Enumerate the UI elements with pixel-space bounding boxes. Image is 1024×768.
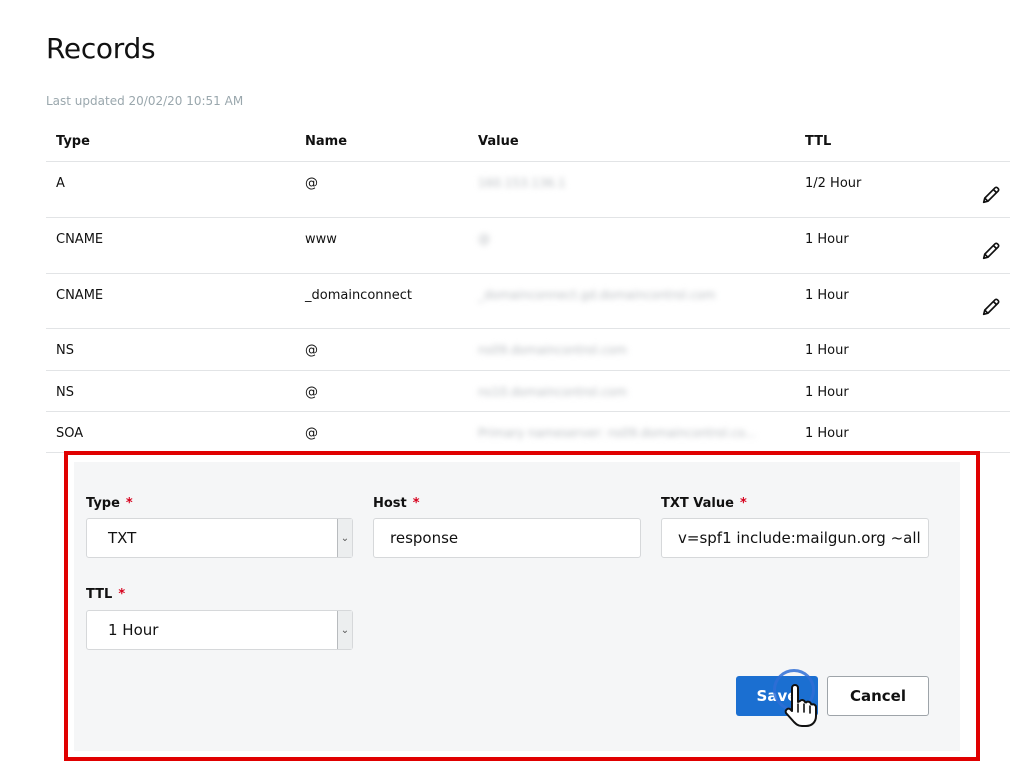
header-ttl: TTL [805,134,832,149]
type-label: Type * [86,496,133,511]
table-row: CNAME _domainconnect _domainconnect.gd.d… [46,274,1010,329]
record-name: _domainconnect [305,288,413,303]
record-value: 160.153.136.1 [478,176,566,190]
txt-value-input-value: v=spf1 include:mailgun.org ~all [678,529,921,547]
dns-records-table: Type Name Value TTL A @ 160.153.136.1 1/… [46,122,1010,453]
record-name: @ [305,176,318,191]
ttl-select-value: 1 Hour [108,621,159,639]
record-name: www [305,232,337,247]
pencil-icon[interactable] [980,240,1002,262]
record-value: ns10.domaincontrol.com [478,385,627,399]
record-value: _domainconnect.gd.domaincontrol.com [478,288,716,302]
header-value: Value [478,134,519,149]
save-button[interactable]: Save [736,676,818,716]
type-select[interactable]: TXT ⌄ [86,518,353,558]
record-value: @ [478,232,490,246]
ttl-select[interactable]: 1 Hour ⌄ [86,610,353,650]
host-input-value: response [390,529,459,547]
table-row: CNAME www @ 1 Hour [46,218,1010,274]
record-type: NS [56,343,74,358]
table-row: A @ 160.153.136.1 1/2 Hour [46,162,1010,218]
record-name: @ [305,343,318,358]
record-name: @ [305,426,318,441]
ttl-label: TTL * [86,587,126,602]
type-select-value: TXT [108,529,137,547]
record-type: CNAME [56,288,104,303]
required-marker: * [118,587,126,602]
required-marker: * [739,496,747,511]
record-name: @ [305,385,318,400]
header-type: Type [56,134,90,149]
record-type: A [56,176,65,191]
record-ttl: 1 Hour [805,343,849,358]
record-ttl: 1 Hour [805,385,849,400]
host-label: Host * [373,496,420,511]
record-value: Primary nameserver: ns09.domaincontrol.c… [478,426,757,440]
table-row: NS @ ns10.domaincontrol.com 1 Hour [46,371,1010,412]
header-name: Name [305,134,348,149]
required-marker: * [125,496,133,511]
record-type: NS [56,385,74,400]
txt-value-label: TXT Value * [661,496,747,511]
table-header: Type Name Value TTL [46,122,1010,162]
record-type: CNAME [56,232,104,247]
pencil-icon[interactable] [980,184,1002,206]
record-ttl: 1 Hour [805,288,849,303]
page-title: Records [46,32,156,65]
record-ttl: 1 Hour [805,232,849,247]
chevron-down-icon[interactable]: ⌄ [337,519,352,557]
chevron-down-icon[interactable]: ⌄ [337,611,352,649]
required-marker: * [412,496,420,511]
record-ttl: 1/2 Hour [805,176,862,191]
txt-value-input[interactable]: v=spf1 include:mailgun.org ~all [661,518,929,558]
record-value: ns09.domaincontrol.com [478,343,627,357]
host-input[interactable]: response [373,518,641,558]
record-ttl: 1 Hour [805,426,849,441]
pencil-icon[interactable] [980,296,1002,318]
table-row: NS @ ns09.domaincontrol.com 1 Hour [46,329,1010,371]
last-updated-text: Last updated 20/02/20 10:51 AM [46,94,244,108]
cancel-button[interactable]: Cancel [827,676,929,716]
table-row: SOA @ Primary nameserver: ns09.domaincon… [46,412,1010,453]
record-type: SOA [56,426,84,441]
